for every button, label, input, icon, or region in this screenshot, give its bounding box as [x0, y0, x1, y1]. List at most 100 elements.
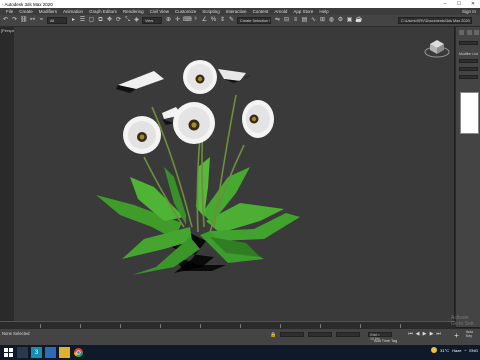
go-to-start-icon[interactable]: ⏮: [408, 332, 413, 337]
select-manipulate-icon[interactable]: ✛: [174, 17, 181, 24]
maximize-button[interactable]: ☐: [452, 0, 466, 8]
next-frame-icon[interactable]: ▶: [429, 332, 434, 337]
menu-animation[interactable]: Animation: [63, 9, 83, 14]
auto-key-button[interactable]: Auto Key: [466, 330, 480, 338]
pivot-icon[interactable]: ⊕: [165, 17, 172, 24]
language-indicator[interactable]: ENG: [469, 348, 478, 353]
chrome-icon[interactable]: [73, 347, 84, 358]
weather-icon[interactable]: [431, 347, 438, 353]
temperature-text: 31°C: [440, 347, 450, 353]
y-coordinate-field[interactable]: [308, 332, 332, 337]
undo-icon[interactable]: ↶: [2, 17, 9, 24]
lock-selection-icon[interactable]: 🔒: [270, 332, 276, 338]
selection-region-icon[interactable]: ▢: [88, 17, 95, 24]
sign-in-button[interactable]: Sign In: [462, 9, 476, 14]
move-icon[interactable]: ✥: [106, 17, 113, 24]
angle-snap-icon[interactable]: ∠: [201, 17, 208, 24]
menu-arnold[interactable]: Arnold: [274, 9, 287, 14]
menu-file[interactable]: File: [6, 9, 13, 14]
snaps-toggle-icon[interactable]: ³: [192, 17, 199, 24]
flower-left: [123, 116, 161, 154]
modifier-list-label[interactable]: Modifier List: [459, 52, 478, 56]
x-coordinate-field[interactable]: [280, 332, 304, 337]
add-time-tag-button[interactable]: Add Time Tag: [374, 339, 397, 343]
place-icon[interactable]: ◈: [133, 17, 140, 24]
activation-watermark: Activate Go to Sett: [451, 315, 474, 327]
named-selection-dropdown[interactable]: Create Selection Se: [237, 17, 271, 24]
menu-help[interactable]: Help: [319, 9, 328, 14]
system-tray: 31°C Haze ^ ENG: [431, 347, 478, 353]
weather-text: Haze: [452, 347, 462, 353]
select-object-icon[interactable]: ▸: [70, 17, 77, 24]
bind-space-warp-icon[interactable]: ≈: [38, 17, 45, 24]
watermark-line-2: Go to Sett: [451, 321, 474, 327]
workspace-path-field[interactable]: C:\Users\SRV\Documents\3ds Max 2020: [398, 17, 472, 24]
align-icon[interactable]: ⊟: [283, 17, 290, 24]
menu-modifiers[interactable]: Modifiers: [39, 9, 57, 14]
task-view-icon[interactable]: [17, 347, 28, 358]
select-by-name-icon[interactable]: ☰: [79, 17, 86, 24]
modifier-list-dropdown[interactable]: [459, 59, 478, 63]
add-button[interactable]: +: [454, 332, 459, 340]
window-crossing-icon[interactable]: ⧉: [97, 17, 104, 24]
timeline[interactable]: [0, 321, 455, 328]
keyboard-shortcut-icon[interactable]: ⌨: [183, 17, 192, 24]
mirror-icon[interactable]: ⇋: [274, 17, 281, 24]
close-button[interactable]: ✕: [466, 0, 480, 8]
flower-center: [173, 102, 215, 144]
selection-status: None Selected: [2, 331, 30, 336]
rotate-icon[interactable]: ⟳: [115, 17, 122, 24]
menu-rendering[interactable]: Rendering: [123, 9, 144, 14]
selection-filter-dropdown[interactable]: All: [47, 17, 67, 24]
edit-named-selection-icon[interactable]: ✎: [228, 17, 235, 24]
menu-content[interactable]: Content: [253, 9, 269, 14]
flower-back-left: [116, 71, 164, 93]
start-icon[interactable]: [3, 347, 14, 358]
modify-tab-icon[interactable]: [467, 30, 472, 35]
menu-interactive[interactable]: Interactive: [226, 9, 247, 14]
modifier-stack[interactable]: [460, 92, 479, 134]
menu-graph-editors[interactable]: Graph Editors: [89, 9, 117, 14]
play-icon[interactable]: ▶: [422, 332, 427, 337]
scene-explorer-icon[interactable]: ▤: [301, 17, 308, 24]
menu-app-store[interactable]: App Store: [293, 9, 313, 14]
flower-back-right: [218, 69, 252, 83]
photos-app-icon[interactable]: [45, 347, 56, 358]
status-bar: None Selected 🔒 Grid = 10.0m Add Time Ta…: [0, 328, 480, 345]
perspective-viewport[interactable]: [14, 27, 454, 321]
curve-editor-icon[interactable]: ∿: [310, 17, 317, 24]
redo-icon[interactable]: ↷: [11, 17, 18, 24]
layers-icon[interactable]: ≡: [292, 17, 299, 24]
minimize-button[interactable]: –: [438, 0, 452, 8]
viewcube[interactable]: [424, 36, 450, 58]
z-coordinate-field[interactable]: [336, 332, 360, 337]
create-tab-icon[interactable]: [459, 30, 464, 35]
material-editor-icon[interactable]: ◍: [328, 17, 335, 24]
3ds-max-app-icon[interactable]: 3: [31, 347, 42, 358]
percent-snap-icon[interactable]: %: [210, 17, 217, 24]
file-explorer-icon[interactable]: [59, 347, 70, 358]
reference-coord-dropdown[interactable]: View: [142, 17, 162, 24]
link-icon[interactable]: ⛓: [20, 17, 28, 24]
hierarchy-tab-icon[interactable]: [474, 30, 479, 35]
object-name-field[interactable]: [459, 41, 478, 45]
schematic-view-icon[interactable]: ⊞: [319, 17, 326, 24]
modifier-field-2[interactable]: [459, 67, 478, 71]
main-toolbar: ↶ ↷ ⛓ ⚯ ≈ All ▸ ☰ ▢ ⧉ ✥ ⟳ ⤡ ◈ View ⊕ ✛ ⌨…: [0, 15, 480, 27]
spinner-snap-icon[interactable]: ⇕: [219, 17, 226, 24]
grid-size-field: Grid = 10.0m: [368, 332, 392, 341]
menu-customize[interactable]: Customize: [175, 9, 196, 14]
go-to-end-icon[interactable]: ⏭: [436, 332, 441, 337]
left-tool-strip: [0, 27, 14, 327]
unlink-icon[interactable]: ⚯: [29, 17, 36, 24]
menu-civil-view[interactable]: Civil View: [150, 9, 169, 14]
scale-icon[interactable]: ⤡: [124, 17, 131, 24]
render-icon[interactable]: ☕: [355, 17, 362, 24]
previous-frame-icon[interactable]: ◀: [415, 332, 420, 337]
render-setup-icon[interactable]: ⚙: [337, 17, 344, 24]
modifier-field-3[interactable]: [459, 75, 478, 79]
rendered-frame-icon[interactable]: ▣: [346, 17, 353, 24]
menu-scripting[interactable]: Scripting: [202, 9, 220, 14]
menu-create[interactable]: Create: [19, 9, 33, 14]
show-hidden-icons[interactable]: ^: [464, 348, 466, 353]
